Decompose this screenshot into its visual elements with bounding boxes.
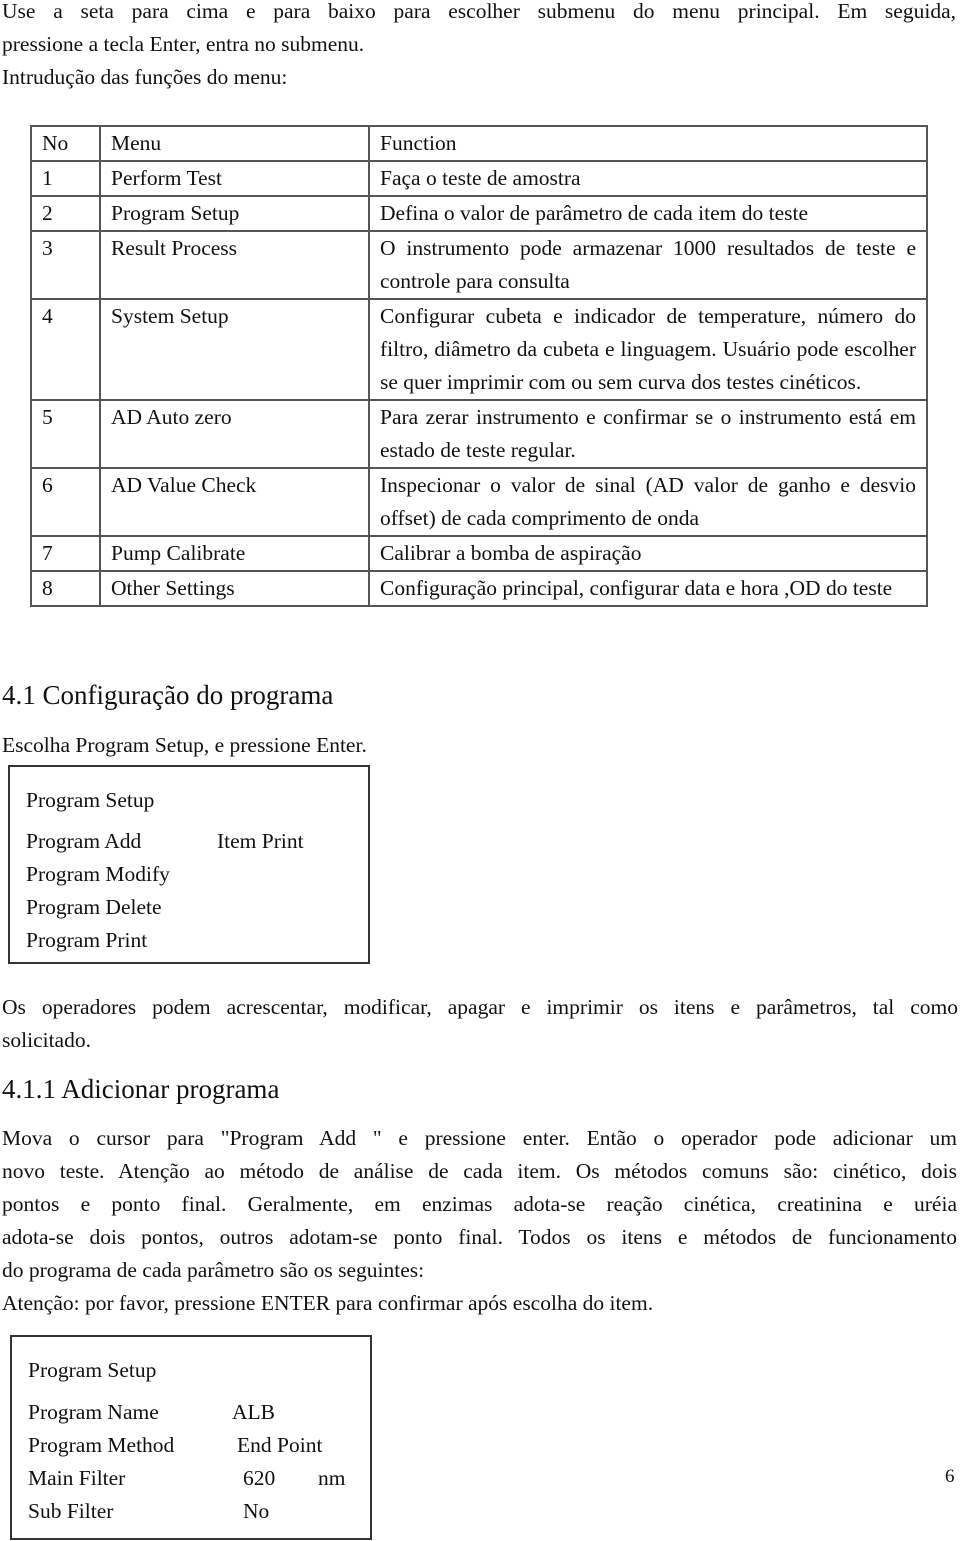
row-menu: Program Setup bbox=[99, 195, 370, 232]
row-no: 8 bbox=[30, 570, 101, 607]
section-4-1-description-line-2: solicitado. bbox=[2, 1028, 91, 1052]
field-value-sub-filter: No bbox=[243, 1499, 270, 1523]
header-menu: Menu bbox=[99, 125, 370, 162]
row-function: Inspecionar o valor de sinal (AD valor d… bbox=[368, 467, 928, 537]
section-4-1-description-line-1: Os operadores podem acrescentar, modific… bbox=[2, 995, 958, 1019]
header-function: Function bbox=[368, 125, 928, 162]
screen-title: Program Setup bbox=[26, 788, 155, 812]
section-4-1-1-line-3: pontos e ponto final. Geralmente, em enz… bbox=[2, 1192, 957, 1216]
row-no: 1 bbox=[30, 160, 101, 197]
row-function: Defina o valor de parâmetro de cada item… bbox=[368, 195, 928, 232]
program-setup-screen: Program Setup Program Add Item Print Pro… bbox=[8, 765, 370, 964]
section-4-1-heading: 4.1 Configuração do programa bbox=[2, 680, 334, 710]
menu-item-program-modify: Program Modify bbox=[26, 862, 170, 886]
row-function: O instrumento pode armazenar 1000 result… bbox=[368, 230, 928, 300]
intro-line-1: Use a seta para cima e para baixo para e… bbox=[2, 0, 956, 23]
row-no: 5 bbox=[30, 399, 101, 469]
field-unit-main-filter: nm bbox=[318, 1466, 346, 1490]
row-menu: AD Auto zero bbox=[99, 399, 370, 469]
table-row: 2 Program Setup Defina o valor de parâme… bbox=[30, 195, 928, 232]
section-4-1-1-line-1: Mova o cursor para "Program Add " e pres… bbox=[2, 1126, 957, 1150]
menu-item-item-print: Item Print bbox=[217, 829, 304, 853]
section-4-1-1-heading: 4.1.1 Adicionar programa bbox=[2, 1074, 280, 1104]
row-function: Calibrar a bomba de aspiração bbox=[368, 535, 928, 572]
row-menu: Result Process bbox=[99, 230, 370, 300]
table-row: 4 System Setup Configurar cubeta e indic… bbox=[30, 298, 928, 401]
section-4-1-instruction: Escolha Program Setup, e pressione Enter… bbox=[2, 733, 367, 757]
table-row: 1 Perform Test Faça o teste de amostra bbox=[30, 160, 928, 197]
header-no: No bbox=[30, 125, 101, 162]
menu-item-program-print: Program Print bbox=[26, 928, 148, 952]
table-header-row: No Menu Function bbox=[30, 125, 928, 162]
table-row: 3 Result Process O instrumento pode arma… bbox=[30, 230, 928, 300]
program-add-screen: Program Setup Program Name ALB Program M… bbox=[10, 1335, 372, 1540]
menu-item-program-add: Program Add bbox=[26, 829, 142, 853]
row-no: 6 bbox=[30, 467, 101, 537]
table-row: 6 AD Value Check Inspecionar o valor de … bbox=[30, 467, 928, 537]
row-function: Configuração principal, configurar data … bbox=[368, 570, 928, 607]
row-no: 3 bbox=[30, 230, 101, 300]
table-row: 5 AD Auto zero Para zerar instrumento e … bbox=[30, 399, 928, 469]
section-4-1-1-line-4: adota-se dois pontos, outros adotam-se p… bbox=[2, 1225, 957, 1249]
menu-function-table: No Menu Function 1 Perform Test Faça o t… bbox=[30, 125, 928, 607]
row-menu: AD Value Check bbox=[99, 467, 370, 537]
field-value-main-filter: 620 bbox=[243, 1466, 276, 1490]
row-no: 4 bbox=[30, 298, 101, 401]
field-label-sub-filter: Sub Filter bbox=[28, 1499, 114, 1523]
menu-item-program-delete: Program Delete bbox=[26, 895, 162, 919]
field-label-main-filter: Main Filter bbox=[28, 1466, 126, 1490]
row-no: 7 bbox=[30, 535, 101, 572]
row-function: Faça o teste de amostra bbox=[368, 160, 928, 197]
row-no: 2 bbox=[30, 195, 101, 232]
section-4-1-1-line-2: novo teste. Atenção ao método de análise… bbox=[2, 1159, 957, 1183]
row-menu: Pump Calibrate bbox=[99, 535, 370, 572]
table-row: 7 Pump Calibrate Calibrar a bomba de asp… bbox=[30, 535, 928, 572]
field-value-program-name: ALB bbox=[232, 1400, 275, 1424]
row-function: Para zerar instrumento e confirmar se o … bbox=[368, 399, 928, 469]
intro-line-3: Intrudução das funções do menu: bbox=[2, 65, 288, 89]
section-4-1-1-attention: Atenção: por favor, pressione ENTER para… bbox=[2, 1291, 654, 1315]
page-number: 6 bbox=[945, 1466, 955, 1487]
row-menu: Other Settings bbox=[99, 570, 370, 607]
field-label-program-method: Program Method bbox=[28, 1433, 175, 1457]
screen-title: Program Setup bbox=[28, 1358, 157, 1382]
section-4-1-1-line-5: do programa de cada parâmetro são os seg… bbox=[2, 1258, 425, 1282]
table-row: 8 Other Settings Configuração principal,… bbox=[30, 570, 928, 607]
field-label-program-name: Program Name bbox=[28, 1400, 159, 1424]
intro-line-2: pressione a tecla Enter, entra no submen… bbox=[2, 32, 365, 56]
row-function: Configurar cubeta e indicador de tempera… bbox=[368, 298, 928, 401]
row-menu: Perform Test bbox=[99, 160, 370, 197]
field-value-program-method: End Point bbox=[237, 1433, 323, 1457]
row-menu: System Setup bbox=[99, 298, 370, 401]
